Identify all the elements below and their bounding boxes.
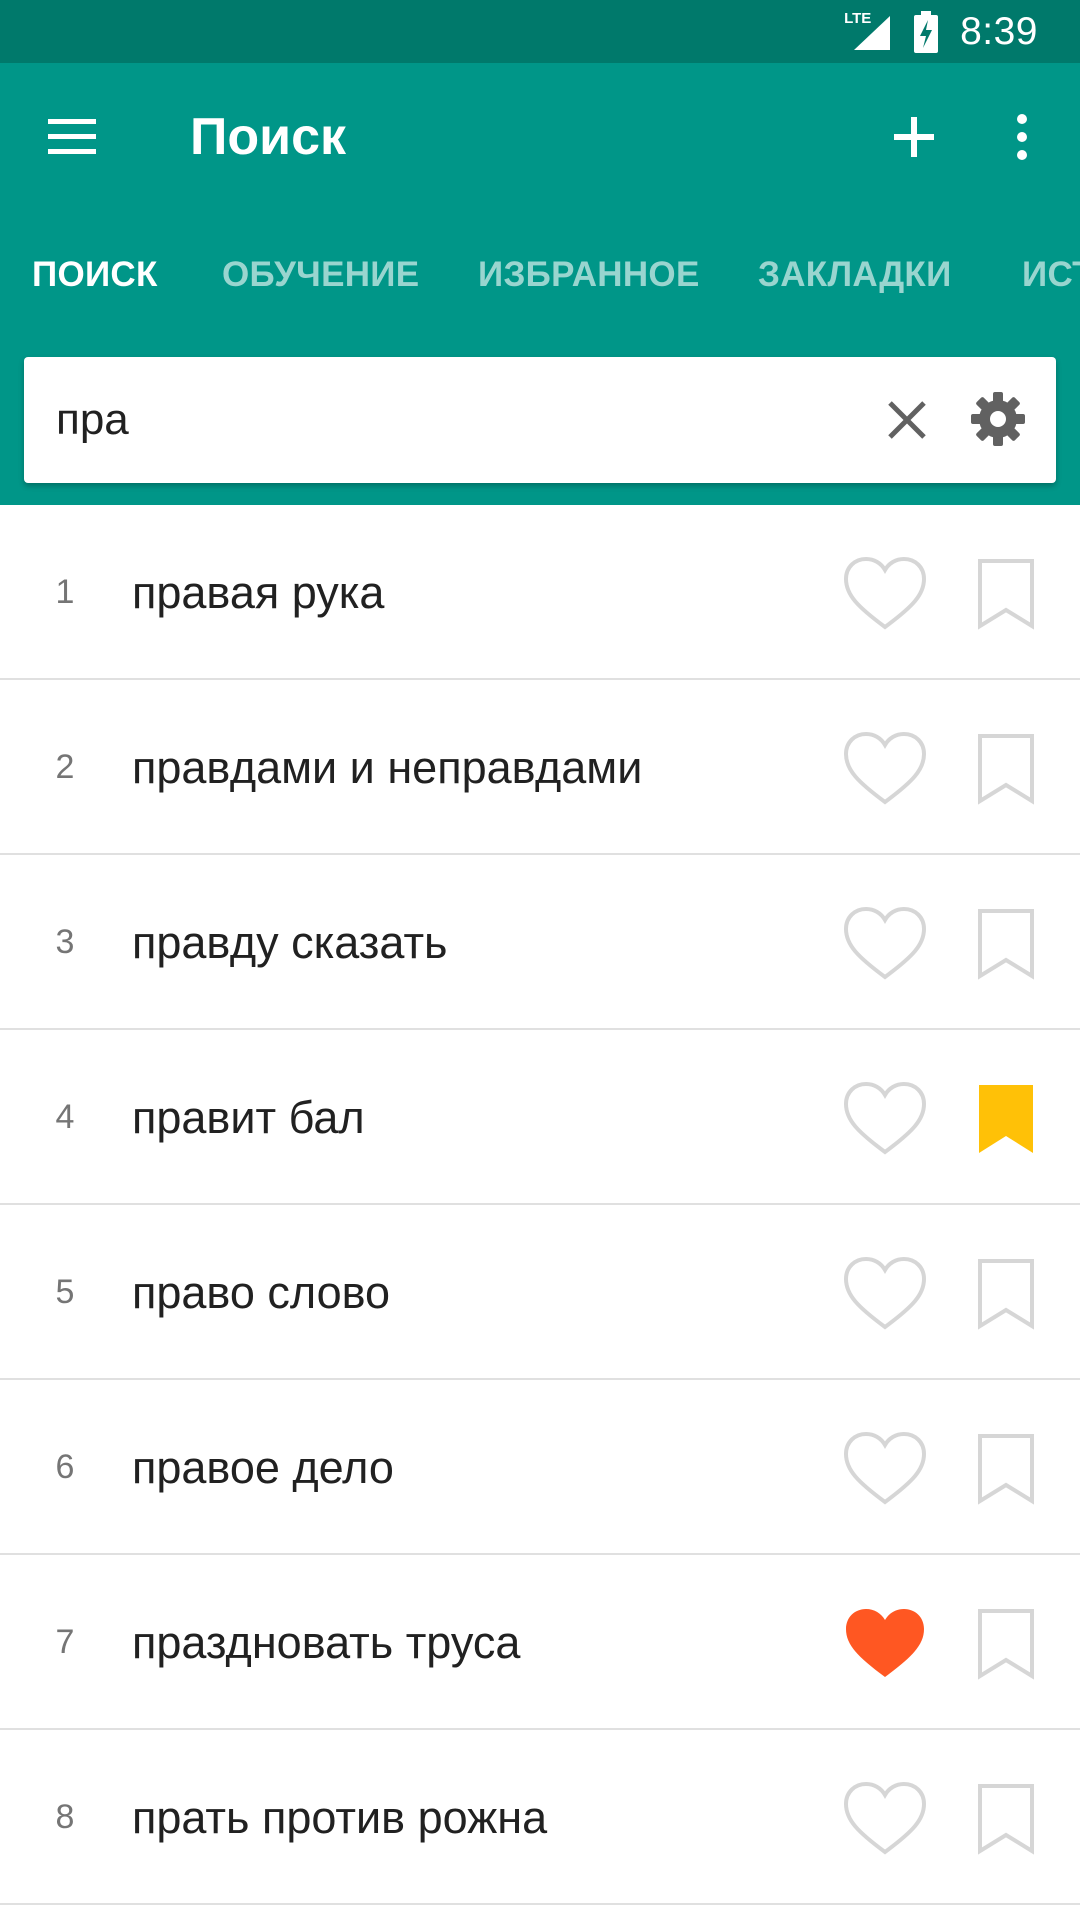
plus-icon[interactable] (884, 107, 944, 167)
item-number: 4 (55, 1098, 75, 1136)
list-item[interactable]: 2 правдами и неправдами (0, 680, 1080, 855)
item-phrase: право слово (132, 1267, 391, 1318)
heart-outline-icon[interactable] (840, 903, 930, 983)
list-item[interactable]: 7 праздновать труса (0, 1555, 1080, 1730)
bookmark-outline-icon[interactable] (976, 1257, 1036, 1331)
tab-favorites[interactable]: ИЗБРАННОЕ (478, 213, 700, 335)
status-time: 8:39 (960, 9, 1038, 53)
item-phrase: правая рука (132, 567, 385, 618)
tab-history[interactable]: ИСТ (1022, 213, 1080, 335)
list-item[interactable]: 6 правое дело (0, 1380, 1080, 1555)
list-item[interactable]: 3 правду сказать (0, 855, 1080, 1030)
heart-outline-icon[interactable] (840, 1778, 930, 1858)
heart-outline-icon[interactable] (840, 1078, 930, 1158)
list-item[interactable]: 5 право слово (0, 1205, 1080, 1380)
tab-learning[interactable]: ОБУЧЕНИЕ (222, 213, 419, 335)
list-item[interactable]: 1 правая рука (0, 505, 1080, 680)
heart-outline-icon[interactable] (840, 1253, 930, 1333)
bookmark-filled-icon[interactable] (976, 1082, 1036, 1156)
item-phrase: правду сказать (132, 917, 448, 968)
item-phrase: правит бал (132, 1092, 365, 1143)
bookmark-outline-icon[interactable] (976, 1782, 1036, 1856)
item-number: 6 (55, 1448, 75, 1486)
bookmark-outline-icon[interactable] (976, 557, 1036, 631)
bookmark-outline-icon[interactable] (976, 1607, 1036, 1681)
bookmark-outline-icon[interactable] (976, 732, 1036, 806)
item-number: 3 (55, 923, 75, 961)
tab-bar: ПОИСК ОБУЧЕНИЕ ИЗБРАННОЕ ЗАКЛАДКИ ИСТ (0, 213, 1080, 335)
lte-signal-icon: LTE (844, 10, 892, 52)
search-area (0, 335, 1080, 505)
battery-charging-icon (914, 10, 939, 53)
app-bar: Поиск ПОИСК ОБУЧЕНИЕ ИЗБРАННОЕ ЗАКЛАДКИ … (0, 63, 1080, 335)
item-number: 2 (55, 748, 75, 786)
item-number: 1 (55, 573, 75, 611)
more-vert-icon[interactable] (1000, 107, 1044, 167)
item-number: 5 (55, 1273, 75, 1311)
page-title: Поиск (190, 108, 347, 166)
status-icons: LTE 8:39 (844, 0, 1038, 63)
status-bar: LTE 8:39 (0, 0, 1080, 63)
item-phrase: прать против рожна (132, 1792, 548, 1843)
heart-outline-icon[interactable] (840, 1428, 930, 1508)
list-item[interactable]: 8 прать против рожна (0, 1730, 1080, 1905)
heart-outline-icon[interactable] (840, 553, 930, 633)
results-list: 1 правая рука 2 правдами и неправдами 3 правд… (0, 505, 1080, 1905)
bookmark-outline-icon[interactable] (976, 1432, 1036, 1506)
search-input[interactable] (54, 379, 838, 461)
gear-icon[interactable] (968, 389, 1028, 449)
item-phrase: праздновать труса (132, 1617, 521, 1668)
toolbar: Поиск (0, 63, 1080, 213)
heart-filled-icon[interactable] (840, 1603, 930, 1683)
item-number: 7 (55, 1623, 75, 1661)
item-phrase: правдами и неправдами (132, 742, 643, 793)
item-phrase: правое дело (132, 1442, 394, 1493)
list-item[interactable]: 4 правит бал (0, 1030, 1080, 1205)
tab-search[interactable]: ПОИСК (32, 213, 158, 335)
item-number: 8 (55, 1798, 75, 1836)
search-box (24, 357, 1056, 483)
close-icon[interactable] (880, 393, 934, 447)
hamburger-menu-icon[interactable] (44, 109, 100, 165)
tab-bookmarks[interactable]: ЗАКЛАДКИ (758, 213, 952, 335)
bookmark-outline-icon[interactable] (976, 907, 1036, 981)
heart-outline-icon[interactable] (840, 728, 930, 808)
